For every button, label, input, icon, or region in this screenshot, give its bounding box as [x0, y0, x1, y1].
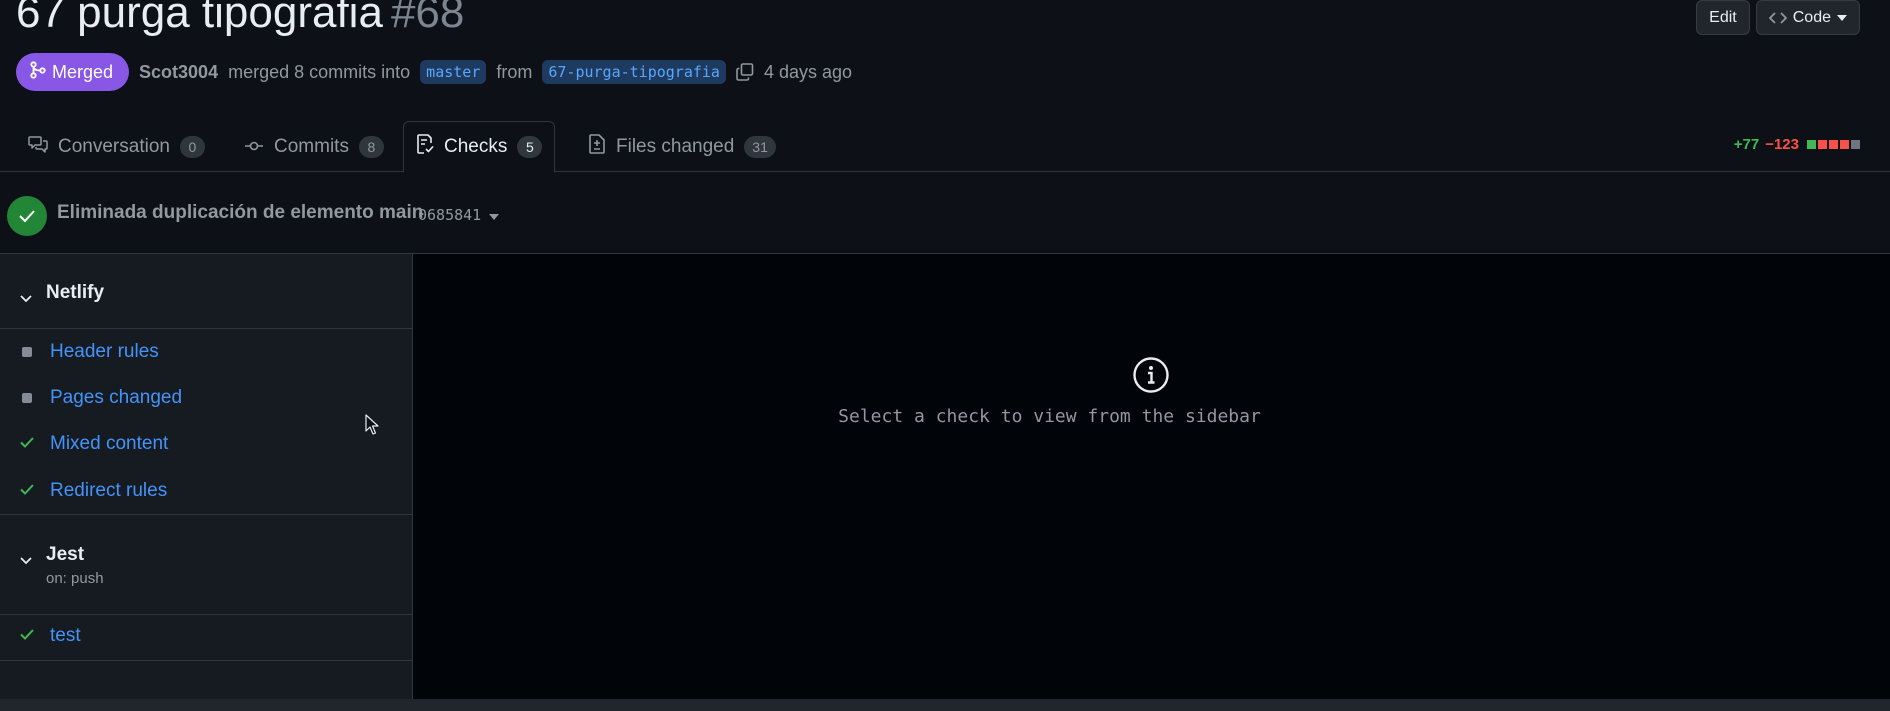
from-text: from	[496, 61, 533, 82]
tab-files-changed-label: Files changed	[616, 135, 735, 157]
code-button[interactable]: Code	[1755, 0, 1860, 35]
tab-files-changed-count: 31	[744, 135, 776, 158]
check-run-mixed-content[interactable]: Mixed content	[0, 424, 412, 464]
divider	[0, 614, 412, 615]
header-actions: Edit Code	[1696, 0, 1860, 35]
check-group-jest[interactable]: Jest on: push	[0, 544, 412, 587]
checklist-icon	[416, 134, 434, 160]
check-icon	[20, 435, 34, 453]
diffstat-deletions: −123	[1765, 136, 1799, 153]
author-link[interactable]: Scot3004	[139, 62, 218, 83]
git-merge-icon	[30, 60, 46, 84]
empty-state-message: Select a check to view from the sidebar	[838, 406, 1261, 427]
commit-sha: 0685841	[418, 206, 482, 224]
divider	[0, 660, 412, 661]
divider	[0, 514, 412, 515]
diffstat-block	[1829, 140, 1838, 149]
code-icon	[1768, 11, 1787, 25]
triangle-down-icon	[1837, 14, 1847, 21]
comment-discussion-icon	[28, 135, 48, 159]
check-run-test[interactable]: test	[0, 616, 412, 656]
page-title: 67 purga tipografia #68	[16, 0, 464, 38]
checks-sidebar: Netlify Header rules Pages changed Mixed…	[0, 254, 413, 699]
commit-sha-dropdown[interactable]: 0685841	[418, 206, 500, 224]
tab-commits-count: 8	[358, 135, 384, 158]
check-run-label: test	[50, 625, 81, 646]
head-branch[interactable]: 67-purga-tipografia	[542, 60, 726, 84]
check-details-panel: Select a check to view from the sidebar	[413, 254, 1890, 699]
merged-badge-label: Merged	[52, 61, 114, 82]
neutral-status-icon	[22, 393, 32, 403]
check-circle-icon	[7, 196, 47, 236]
chevron-down-icon	[20, 290, 32, 308]
pr-meta: Merged Scot3004 merged 8 commits into ma…	[16, 53, 852, 91]
check-group-title: Jest	[46, 544, 85, 565]
tab-conversation-label: Conversation	[58, 135, 170, 157]
check-run-header-rules[interactable]: Header rules	[0, 332, 412, 372]
file-diff-icon	[588, 133, 606, 160]
pr-number: #68	[390, 0, 465, 37]
check-group-title: Netlify	[46, 282, 105, 303]
divider	[0, 328, 412, 329]
tab-files-changed[interactable]: Files changed 31	[576, 121, 788, 172]
pr-title-text: 67 purga tipografia	[16, 0, 383, 37]
check-run-label: Pages changed	[50, 387, 183, 408]
merge-time: 4 days ago	[763, 61, 853, 82]
commit-bar: Eliminada duplicación de elemento main 0…	[0, 172, 1890, 254]
diffstat: +77 −123	[1734, 136, 1860, 153]
tab-checks-label: Checks	[444, 136, 508, 157]
tab-checks-count: 5	[517, 136, 543, 158]
copy-icon[interactable]	[736, 63, 754, 81]
neutral-status-icon	[22, 347, 32, 357]
code-button-label: Code	[1792, 8, 1831, 26]
merge-description: merged 8 commits into	[228, 61, 411, 82]
diffstat-bars	[1807, 140, 1860, 149]
check-icon	[20, 627, 34, 645]
diffstat-additions: +77	[1733, 136, 1760, 153]
check-run-label: Redirect rules	[50, 480, 168, 501]
git-commit-icon	[244, 136, 264, 158]
page-bottom-strip	[0, 699, 1890, 711]
check-group-netlify[interactable]: Netlify	[0, 282, 412, 308]
edit-button[interactable]: Edit	[1696, 0, 1750, 35]
edit-button-label: Edit	[1709, 8, 1737, 26]
check-run-label: Mixed content	[50, 433, 169, 454]
info-icon	[1132, 356, 1170, 399]
diffstat-block	[1807, 140, 1816, 149]
check-run-redirect-rules[interactable]: Redirect rules	[0, 471, 412, 511]
diffstat-block	[1851, 140, 1860, 149]
mouse-cursor-icon	[365, 414, 379, 441]
diffstat-block	[1840, 140, 1849, 149]
check-run-label: Header rules	[50, 341, 159, 362]
tab-commits-label: Commits	[274, 135, 349, 157]
tab-commits[interactable]: Commits 8	[232, 121, 396, 172]
tab-checks[interactable]: Checks 5	[403, 121, 556, 173]
chevron-down-icon	[20, 552, 32, 570]
base-branch[interactable]: master	[420, 60, 487, 84]
diffstat-block	[1818, 140, 1827, 149]
check-group-trigger: on: push	[46, 570, 104, 587]
tab-conversation[interactable]: Conversation 0	[16, 121, 217, 172]
merged-badge: Merged	[16, 53, 130, 91]
pr-tabs: Conversation 0 Commits 8 Checks 5 Files …	[0, 121, 1890, 173]
check-icon	[20, 482, 34, 500]
tab-conversation-count: 0	[179, 135, 205, 158]
triangle-down-icon	[489, 207, 500, 224]
commit-message: Eliminada duplicación de elemento main	[57, 202, 424, 223]
